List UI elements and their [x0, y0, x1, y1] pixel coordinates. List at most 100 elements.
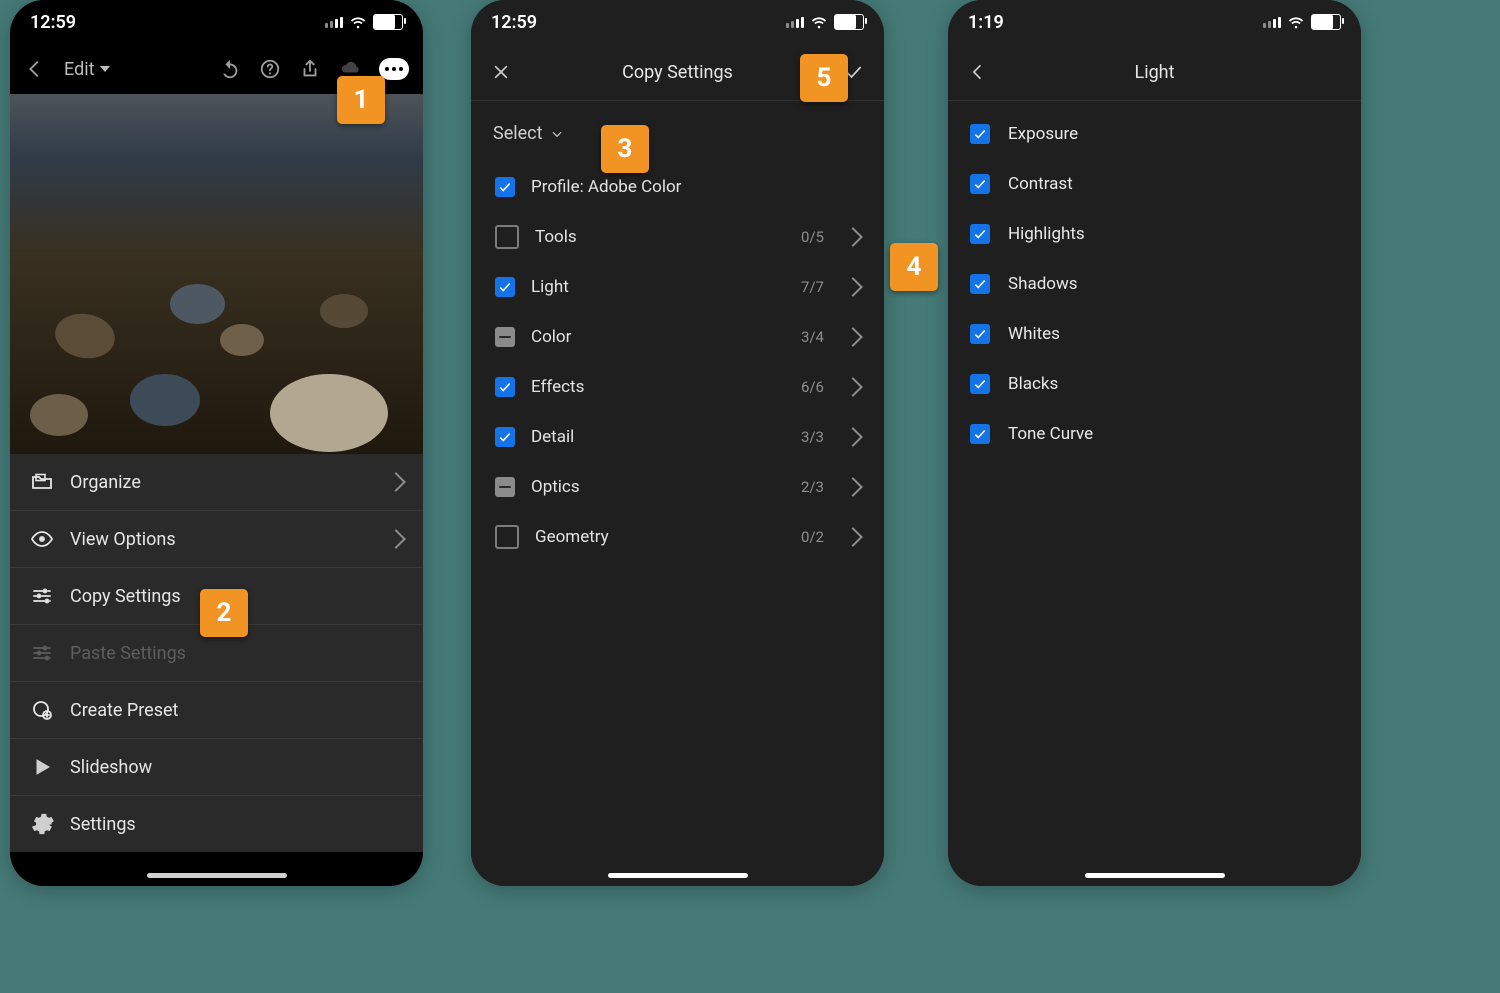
item-effects[interactable]: Effects 6/6 — [479, 362, 876, 412]
checkbox-checked[interactable] — [970, 174, 990, 194]
item-label: Whites — [1008, 324, 1060, 344]
more-menu: Organize View Options Copy Settings Past… — [10, 454, 423, 852]
chevron-right-icon — [843, 377, 863, 397]
chevron-right-icon — [843, 527, 863, 547]
checkbox-checked[interactable] — [970, 124, 990, 144]
copy-settings-list: Profile: Adobe Color Tools 0/5 Light 7/7 — [471, 162, 884, 562]
checkbox-unchecked[interactable] — [495, 225, 519, 249]
checkbox-unchecked[interactable] — [495, 525, 519, 549]
menu-settings[interactable]: Settings — [10, 796, 423, 852]
wifi-icon — [810, 13, 828, 31]
battery-icon — [1311, 14, 1341, 30]
checkbox-checked[interactable] — [970, 324, 990, 344]
checkbox-checked[interactable] — [970, 224, 990, 244]
item-label: Blacks — [1008, 374, 1058, 394]
sliders-icon — [30, 584, 54, 608]
chevron-right-icon — [386, 529, 406, 549]
home-indicator — [608, 873, 748, 878]
light-header: Light — [948, 44, 1361, 101]
mode-label: Edit — [64, 59, 94, 80]
menu-label: Create Preset — [70, 700, 403, 721]
item-label: Light — [531, 277, 785, 297]
chevron-down-icon — [550, 127, 564, 141]
status-time: 1:19 — [968, 12, 1004, 33]
undo-icon[interactable] — [219, 58, 241, 80]
close-icon[interactable] — [491, 62, 511, 82]
chevron-right-icon — [843, 227, 863, 247]
item-label: Highlights — [1008, 224, 1085, 244]
item-light[interactable]: Light 7/7 — [479, 262, 876, 312]
item-label: Exposure — [1008, 124, 1078, 144]
item-count: 6/6 — [801, 378, 824, 396]
item-exposure[interactable]: Exposure — [956, 109, 1353, 159]
menu-slideshow[interactable]: Slideshow — [10, 739, 423, 796]
item-label: Profile: Adobe Color — [531, 177, 860, 197]
chevron-right-icon — [843, 327, 863, 347]
menu-organize[interactable]: Organize — [10, 454, 423, 511]
chevron-right-icon — [843, 277, 863, 297]
item-label: Geometry — [535, 527, 785, 547]
menu-label: Organize — [70, 472, 373, 493]
item-count: 3/3 — [801, 428, 824, 446]
item-shadows[interactable]: Shadows — [956, 259, 1353, 309]
signal-icon — [1263, 16, 1281, 28]
battery-icon — [373, 14, 403, 30]
item-label: Optics — [531, 477, 785, 497]
item-label: Contrast — [1008, 174, 1073, 194]
menu-create-preset[interactable]: Create Preset — [10, 682, 423, 739]
item-tone-curve[interactable]: Tone Curve — [956, 409, 1353, 459]
status-bar: 12:59 — [471, 0, 884, 44]
item-label: Tone Curve — [1008, 424, 1093, 444]
item-color[interactable]: Color 3/4 — [479, 312, 876, 362]
checkbox-mixed[interactable] — [495, 477, 515, 497]
checkbox-mixed[interactable] — [495, 327, 515, 347]
wifi-icon — [1287, 13, 1305, 31]
home-indicator — [147, 873, 287, 878]
screenshot-1: 12:59 Edit — [10, 0, 423, 886]
page-title: Light — [948, 62, 1361, 83]
share-icon[interactable] — [299, 58, 321, 80]
checkbox-checked[interactable] — [495, 427, 515, 447]
checkbox-checked[interactable] — [970, 374, 990, 394]
menu-label: Paste Settings — [70, 643, 403, 664]
battery-icon — [834, 14, 864, 30]
item-count: 0/5 — [801, 228, 824, 246]
item-count: 0/2 — [801, 528, 824, 546]
item-profile[interactable]: Profile: Adobe Color — [479, 162, 876, 212]
select-dropdown[interactable]: Select — [471, 101, 884, 162]
checkbox-checked[interactable] — [495, 277, 515, 297]
item-whites[interactable]: Whites — [956, 309, 1353, 359]
annotation-badge-3: 3 — [601, 125, 649, 173]
menu-view-options[interactable]: View Options — [10, 511, 423, 568]
back-icon[interactable] — [968, 62, 988, 82]
item-highlights[interactable]: Highlights — [956, 209, 1353, 259]
item-label: Effects — [531, 377, 785, 397]
checkbox-checked[interactable] — [495, 177, 515, 197]
chevron-right-icon — [843, 427, 863, 447]
mode-dropdown[interactable]: Edit — [64, 59, 111, 80]
help-icon[interactable] — [259, 58, 281, 80]
item-tools[interactable]: Tools 0/5 — [479, 212, 876, 262]
item-blacks[interactable]: Blacks — [956, 359, 1353, 409]
checkbox-checked[interactable] — [495, 377, 515, 397]
checkbox-checked[interactable] — [970, 274, 990, 294]
menu-label: View Options — [70, 529, 373, 550]
menu-label: Settings — [70, 814, 403, 835]
back-icon[interactable] — [24, 58, 46, 80]
photo-preview[interactable] — [10, 94, 423, 454]
chevron-right-icon — [843, 477, 863, 497]
signal-icon — [786, 16, 804, 28]
item-optics[interactable]: Optics 2/3 — [479, 462, 876, 512]
item-detail[interactable]: Detail 3/3 — [479, 412, 876, 462]
chevron-right-icon — [386, 472, 406, 492]
item-geometry[interactable]: Geometry 0/2 — [479, 512, 876, 562]
item-count: 2/3 — [801, 478, 824, 496]
status-bar: 1:19 — [948, 0, 1361, 44]
annotation-badge-2: 2 — [200, 589, 248, 637]
item-label: Color — [531, 327, 785, 347]
item-contrast[interactable]: Contrast — [956, 159, 1353, 209]
eye-icon — [30, 527, 54, 551]
wifi-icon — [349, 13, 367, 31]
preset-icon — [30, 698, 54, 722]
checkbox-checked[interactable] — [970, 424, 990, 444]
